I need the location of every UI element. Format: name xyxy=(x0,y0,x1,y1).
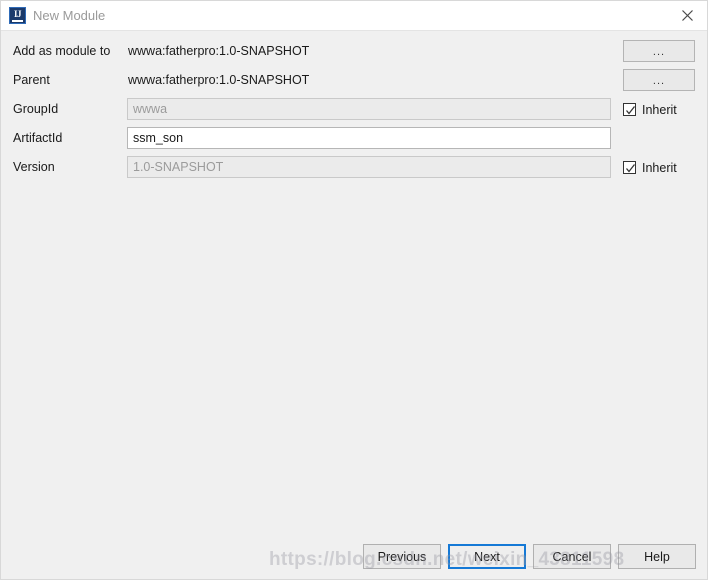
window-title: New Module xyxy=(33,8,106,23)
value-parent: wwwa:fatherpro:1.0-SNAPSHOT xyxy=(128,73,310,87)
app-icon-letters: IJ xyxy=(13,8,22,19)
label-group-id: GroupId xyxy=(13,102,59,116)
value-add-as-module-to: wwwa:fatherpro:1.0-SNAPSHOT xyxy=(128,44,310,58)
version-input[interactable] xyxy=(127,156,611,178)
help-button[interactable]: Help xyxy=(618,544,696,569)
next-button[interactable]: Next xyxy=(448,544,526,569)
row-parent: Parent wwwa:fatherpro:1.0-SNAPSHOT ... xyxy=(1,68,707,92)
artifact-id-input[interactable] xyxy=(127,127,611,149)
group-id-inherit-label: Inherit xyxy=(642,102,677,117)
close-button[interactable] xyxy=(667,1,707,30)
checkbox-box xyxy=(623,103,636,116)
label-version: Version xyxy=(13,160,55,174)
previous-button[interactable]: Previous xyxy=(363,544,441,569)
dialog-button-bar: Previous Next Cancel Help xyxy=(1,535,707,579)
title-bar: IJ New Module xyxy=(1,1,707,31)
label-artifact-id: ArtifactId xyxy=(13,131,63,145)
group-id-inherit-checkbox[interactable]: Inherit xyxy=(623,101,677,118)
checkmark-icon xyxy=(626,106,636,115)
close-icon xyxy=(681,10,693,21)
row-add-as-module-to: Add as module to wwwa:fatherpro:1.0-SNAP… xyxy=(1,39,707,63)
row-group-id: GroupId Inherit xyxy=(1,97,707,121)
cancel-button[interactable]: Cancel xyxy=(533,544,611,569)
new-module-dialog: IJ New Module Add as module to wwwa:fath… xyxy=(0,0,708,580)
label-add-as-module-to: Add as module to xyxy=(13,44,111,58)
app-icon-bar xyxy=(12,19,23,22)
row-version: Version Inherit xyxy=(1,155,707,179)
browse-button-parent[interactable]: ... xyxy=(623,69,695,91)
group-id-input[interactable] xyxy=(127,98,611,120)
version-inherit-checkbox[interactable]: Inherit xyxy=(623,159,677,176)
row-artifact-id: ArtifactId xyxy=(1,126,707,150)
checkbox-box xyxy=(623,161,636,174)
browse-button-add-as-module-to[interactable]: ... xyxy=(623,40,695,62)
version-inherit-label: Inherit xyxy=(642,160,677,175)
checkmark-icon xyxy=(626,164,636,173)
label-parent: Parent xyxy=(13,73,50,87)
intellij-idea-icon: IJ xyxy=(9,7,26,24)
